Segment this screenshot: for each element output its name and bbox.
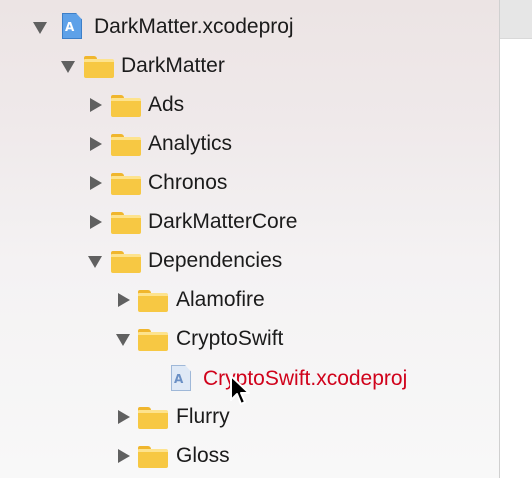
tree-row-darkmatter-xcodeproj[interactable]: A DarkMatter.xcodeproj [0,8,499,47]
tree-row-label: DarkMatter [121,54,225,77]
disclosure-expanded-icon[interactable] [33,22,47,34]
disclosure-collapsed-icon[interactable] [90,215,102,229]
folder-icon [138,290,168,312]
tree-row-label: CryptoSwift [176,327,284,350]
tree-row-label: Alamofire [176,288,265,311]
disclosure-collapsed-icon[interactable] [90,176,102,190]
folder-icon [111,95,141,117]
folder-icon [84,56,114,78]
tree-row-label: Ads [148,93,185,116]
disclosure-expanded-icon[interactable] [88,256,102,268]
editor-tab-bar [500,0,532,39]
tree-row-alamofire[interactable]: Alamofire [0,281,499,320]
tree-row-cryptoswift[interactable]: CryptoSwift [0,320,499,359]
tree-row-dependencies[interactable]: Dependencies [0,242,499,281]
disclosure-expanded-icon[interactable] [116,334,130,346]
disclosure-collapsed-icon[interactable] [118,410,130,424]
tree-row-gloss[interactable]: Gloss [0,437,499,476]
disclosure-collapsed-icon[interactable] [90,98,102,112]
tree-row-analytics[interactable]: Analytics [0,125,499,164]
tree-row-label: Gloss [176,444,230,467]
tree-row-darkmatter[interactable]: DarkMatter [0,47,499,86]
disclosure-expanded-icon[interactable] [61,61,75,73]
disclosure-collapsed-icon[interactable] [90,137,102,151]
tree-row-chronos[interactable]: Chronos [0,164,499,203]
tree-row-label: DarkMatterCore [148,210,298,233]
xcodeproj-icon: A [62,13,82,39]
folder-icon [111,173,141,195]
tree-row-darkmattercore[interactable]: DarkMatterCore [0,203,499,242]
tree-row-ads[interactable]: Ads [0,86,499,125]
folder-icon [111,134,141,156]
tree-row-label: DarkMatter.xcodeproj [94,15,294,38]
tree-row-label: Flurry [176,405,230,428]
folder-icon [138,407,168,429]
folder-icon [138,329,168,351]
tree-row-label: Analytics [148,132,233,155]
tree-row-label: Dependencies [148,249,283,272]
xcodeproj-icon: A [171,365,191,391]
mouse-pointer-icon [230,375,250,405]
folder-icon [138,446,168,468]
tree-row-label: Chronos [148,171,228,194]
disclosure-collapsed-icon[interactable] [118,293,130,307]
folder-icon [111,251,141,273]
folder-icon [111,212,141,234]
disclosure-collapsed-icon[interactable] [118,449,130,463]
